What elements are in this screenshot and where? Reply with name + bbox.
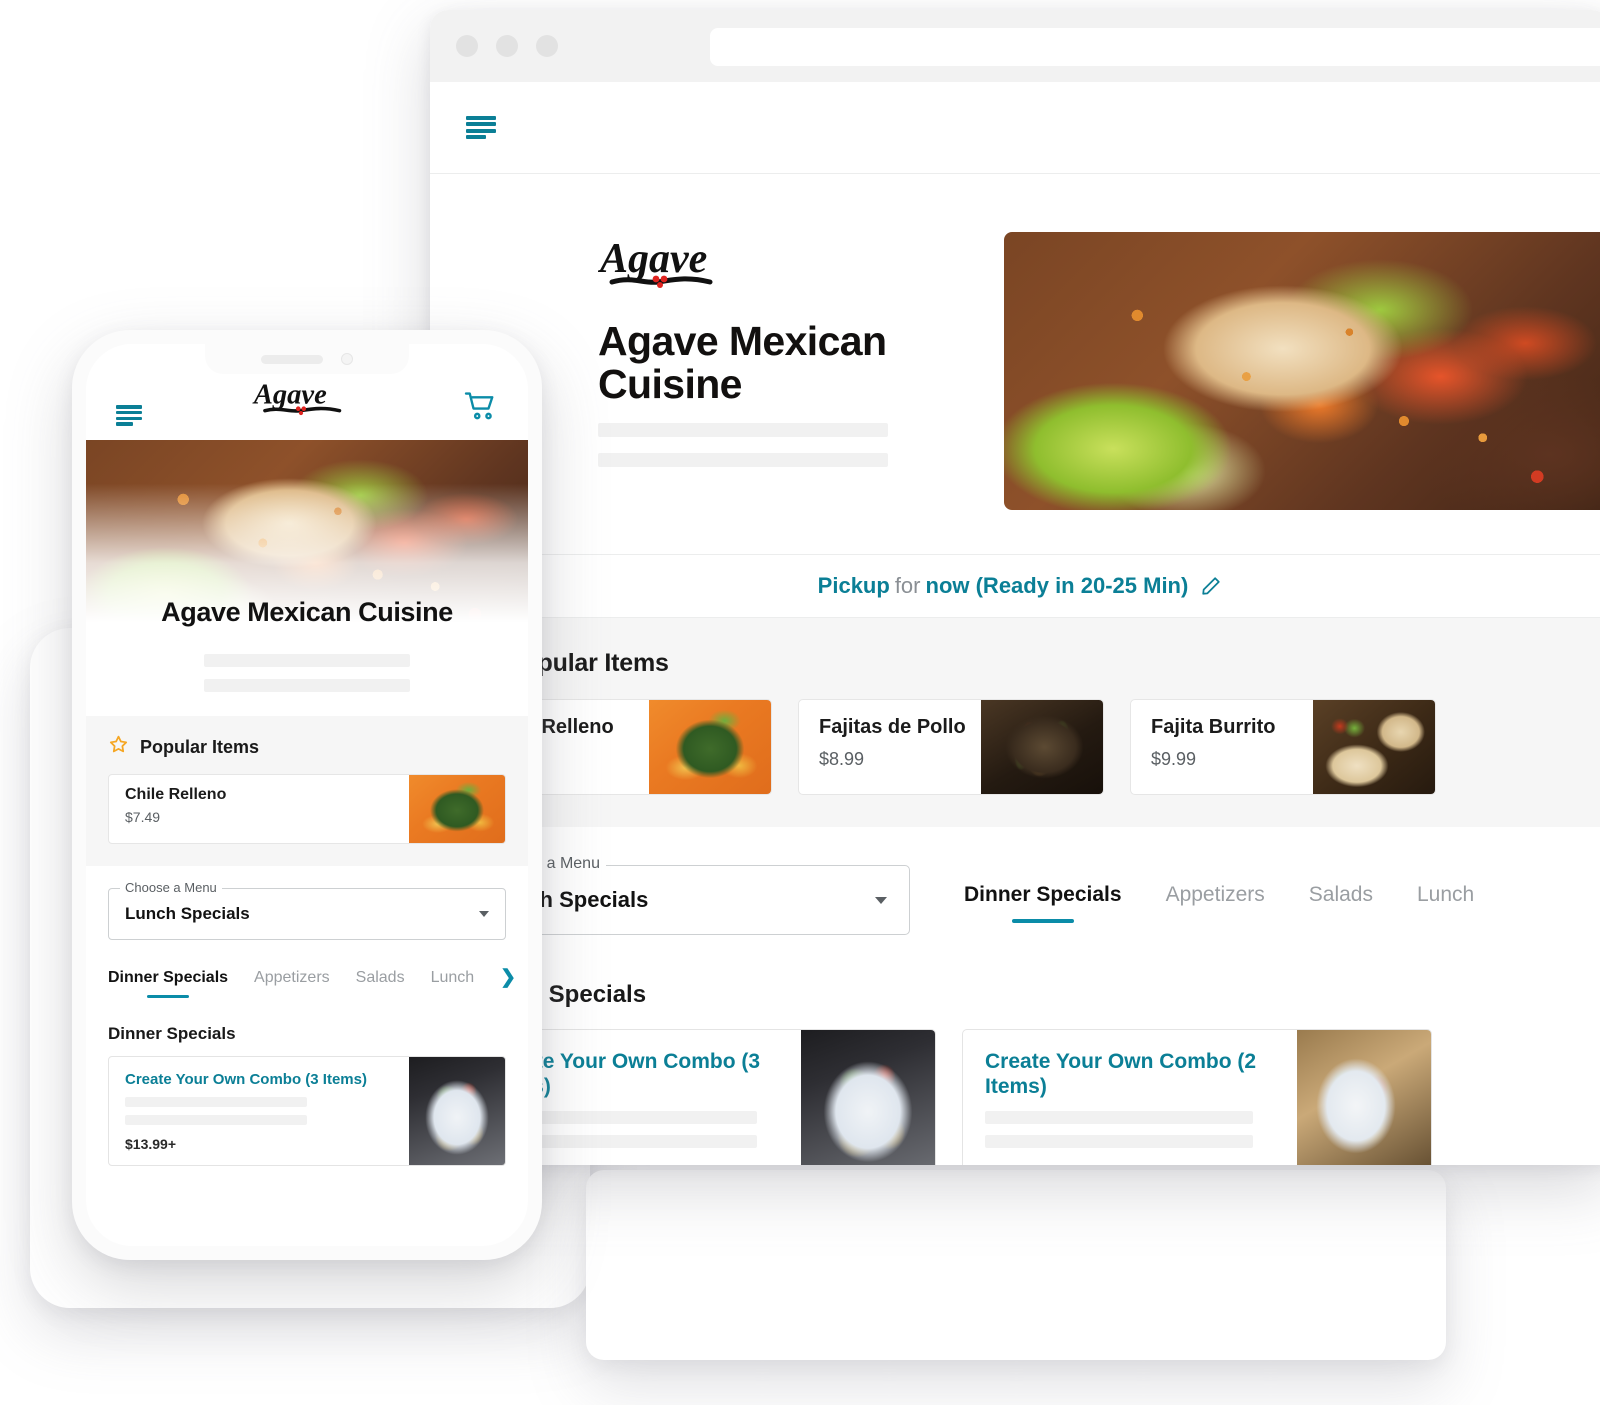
- item-name: Fajita Burrito: [1151, 716, 1276, 738]
- window-maximize-dot[interactable]: [536, 35, 558, 57]
- restaurant-title: Agave Mexican Cuisine: [598, 318, 887, 408]
- item-name: Fajitas de Pollo: [819, 716, 966, 738]
- menu-picker-row: Choose a Menu Lunch Specials Dinner Spec…: [466, 855, 1600, 935]
- popular-items-header: Popular Items: [466, 648, 1600, 679]
- popular-items-row: Chile Relleno $7.49 Fajitas de Pollo $8.…: [466, 699, 1600, 795]
- popular-item-card[interactable]: Chile Relleno $7.49: [108, 774, 506, 844]
- item-image: [649, 700, 771, 794]
- tab-salads[interactable]: Salads: [1309, 883, 1373, 917]
- item-image: [981, 700, 1103, 794]
- tab-dinner-specials[interactable]: Dinner Specials: [108, 969, 228, 994]
- tab-lunch[interactable]: Lunch: [1417, 883, 1474, 917]
- pencil-icon[interactable]: [1200, 575, 1222, 597]
- phone-screen: Agave Agave Mexican Cuisine Popular Item…: [86, 344, 528, 1246]
- phone-popular-header: Popular Items: [108, 734, 506, 760]
- dish-name: Create Your Own Combo (3 Items): [125, 1071, 367, 1088]
- description-placeholder-line: [204, 654, 410, 667]
- dish-name: Create Your Own Combo (2 Items): [985, 1050, 1257, 1098]
- choose-a-menu-select[interactable]: Choose a Menu Lunch Specials: [108, 880, 506, 940]
- item-price: $7.49: [125, 809, 161, 825]
- svg-text:Agave: Agave: [252, 380, 327, 411]
- tab-dinner-specials[interactable]: Dinner Specials: [964, 883, 1122, 917]
- dish-description-placeholder: [125, 1097, 307, 1107]
- dish-card[interactable]: Create Your Own Combo (2 Items) $11.99+: [962, 1029, 1432, 1165]
- hamburger-icon[interactable]: [116, 405, 142, 426]
- phone-description-placeholders: [86, 638, 528, 716]
- background-plate-bottom: [586, 1170, 1446, 1360]
- popular-item-card[interactable]: Fajitas de Pollo $8.99: [798, 699, 1104, 795]
- phone-mockup: Agave Agave Mexican Cuisine Popular Item…: [72, 330, 542, 1260]
- description-placeholder-line: [598, 452, 888, 467]
- menu-section-title: Dinner Specials: [108, 1024, 236, 1043]
- dish-row: Create Your Own Combo (3 Items) $13.99+ …: [466, 1029, 1600, 1165]
- dish-price: $11.99+: [985, 1164, 1297, 1165]
- chevron-down-icon: [479, 911, 489, 917]
- description-placeholder-line: [598, 422, 888, 437]
- tab-lunch[interactable]: Lunch: [431, 969, 475, 994]
- category-tabs: Dinner Specials Appetizers Salads Lunch: [964, 883, 1474, 917]
- hamburger-icon[interactable]: [466, 115, 496, 140]
- browser-url-bar[interactable]: [710, 28, 1600, 66]
- tab-appetizers[interactable]: Appetizers: [1166, 883, 1265, 917]
- restaurant-title: Agave Mexican Cuisine: [161, 597, 453, 627]
- pickup-label: Pickup: [817, 573, 890, 598]
- screenshot-stage: Agave Agave Mexican Cuisine Pickup for n…: [0, 0, 1600, 1405]
- dish-description-placeholder: [985, 1134, 1253, 1148]
- description-placeholder-line: [204, 679, 410, 692]
- item-image: [409, 775, 505, 843]
- menu-section-title: Dinner Specials: [466, 981, 647, 1008]
- phone-camera: [341, 353, 353, 365]
- hero-image: [1004, 232, 1600, 510]
- svg-text:Agave: Agave: [598, 236, 707, 282]
- chevron-right-icon[interactable]: ❯: [500, 966, 516, 994]
- phone-speaker: [261, 354, 323, 364]
- phone-hero-image: Agave Mexican Cuisine: [86, 440, 528, 638]
- popular-item-card[interactable]: Fajita Burrito $9.99: [1130, 699, 1436, 795]
- popular-items-title: Popular Items: [140, 736, 260, 757]
- cart-icon[interactable]: [464, 391, 498, 426]
- pickup-status-bar[interactable]: Pickup for now (Ready in 20-25 Min): [430, 554, 1600, 618]
- tab-appetizers[interactable]: Appetizers: [254, 969, 330, 994]
- desktop-browser-window: Agave Agave Mexican Cuisine Pickup for n…: [430, 10, 1600, 1165]
- pickup-connector: for: [894, 573, 921, 598]
- phone-menu-section: Choose a Menu Lunch Specials Dinner Spec…: [86, 866, 528, 1166]
- dish-image: [801, 1030, 935, 1165]
- agave-logo: Agave: [251, 375, 355, 426]
- phone-popular-section: Popular Items Chile Relleno $7.49: [86, 716, 528, 866]
- desktop-hero: Agave Agave Mexican Cuisine: [430, 174, 1600, 510]
- select-legend: Choose a Menu: [120, 880, 222, 895]
- dish-price: $13.99+: [125, 1136, 176, 1152]
- category-tabs: Dinner Specials Appetizers Salads Lunch …: [108, 966, 516, 994]
- phone-notch: [205, 344, 409, 374]
- dish-description-placeholder: [125, 1115, 307, 1125]
- dish-image: [1297, 1030, 1431, 1165]
- chevron-down-icon: [875, 896, 887, 904]
- window-minimize-dot[interactable]: [496, 35, 518, 57]
- item-name: Chile Relleno: [125, 786, 227, 803]
- browser-chrome: [430, 10, 1600, 82]
- window-close-dot[interactable]: [456, 35, 478, 57]
- dish-card[interactable]: Create Your Own Combo (3 Items) $13.99+: [108, 1056, 506, 1166]
- popular-items-section: Popular Items Chile Relleno $7.49 Fajita…: [430, 618, 1600, 827]
- menu-section: Choose a Menu Lunch Specials Dinner Spec…: [430, 827, 1600, 1165]
- dish-description-placeholder: [985, 1110, 1253, 1124]
- star-icon: [108, 734, 129, 760]
- tab-salads[interactable]: Salads: [356, 969, 405, 994]
- agave-logo: Agave: [598, 232, 990, 294]
- site-top-bar: [430, 82, 1600, 174]
- tacos-photo: [1004, 232, 1600, 510]
- item-price: $9.99: [1151, 749, 1197, 769]
- item-image: [1313, 700, 1435, 794]
- pickup-detail: now (Ready in 20-25 Min): [925, 573, 1189, 598]
- dish-image: [409, 1057, 505, 1165]
- select-value: Lunch Specials: [125, 904, 250, 923]
- item-price: $8.99: [819, 749, 865, 769]
